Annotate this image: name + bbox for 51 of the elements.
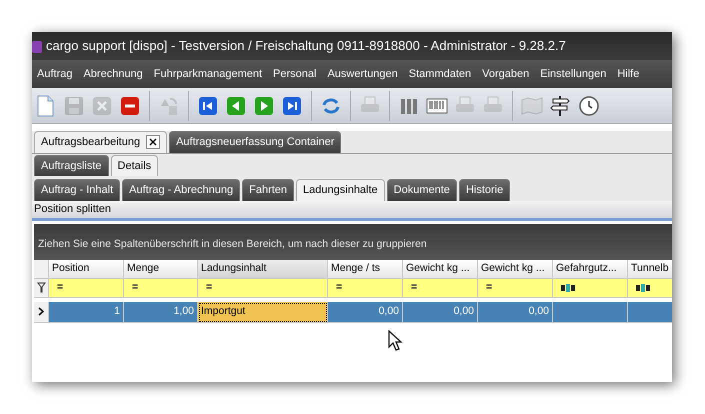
table-cell: 0,00 [403,302,478,322]
tab[interactable]: Dokumente [386,179,457,200]
tab[interactable]: Fahrten [242,179,294,200]
column-header[interactable]: Gewicht kg ... [403,260,478,278]
filter-operator[interactable]: = [336,280,342,296]
signpost-button[interactable] [548,94,572,118]
table-cell: 1 [49,302,124,322]
tab[interactable]: Auftragsbearbeitung [34,131,168,152]
tab[interactable]: Ladungsinhalte [296,179,385,200]
filter-operator[interactable]: = [57,280,64,296]
column-header[interactable]: Gewicht kg ... [478,260,553,278]
table-cell: 0,00 [478,302,553,322]
column-header[interactable]: Gefahrgutz... [553,260,628,278]
text-filter-icon[interactable] [636,284,650,292]
table-cell: Importgut [198,302,328,322]
mouse-pointer-icon [388,330,404,352]
current-row-icon [38,307,44,316]
column-header[interactable]: Ladungsinhalt [198,260,328,278]
tab[interactable]: Historie [458,179,510,200]
column-header[interactable]: Position [49,260,124,278]
table-cell: 1,00 [124,302,198,322]
window-title: cargo support [dispo] - Testversion / Freischaltung 0911-8918800 - Administrator - 9.28.2.7 [46,37,566,56]
menu-item[interactable]: Abrechnung [78,66,149,82]
filter-icon[interactable] [36,282,46,293]
column-header[interactable]: Tunnelb [628,260,672,278]
menu-item[interactable]: Hilfe [612,66,646,82]
menu-item[interactable]: Auftrag [32,66,78,82]
table-cell: 0,00 [328,302,403,322]
tab[interactable]: Details [110,154,158,176]
filter-operator[interactable]: = [132,280,138,296]
menu-item[interactable]: Stammdaten [404,66,478,82]
tab[interactable]: Auftragsliste [34,154,109,176]
filter-operator[interactable]: = [206,280,212,296]
group-by-hint: Ziehen Sie eine Spaltenüberschrift in diesen Bereich, um nach dieser zu gruppieren [34,224,672,260]
menu-item[interactable]: Auswertungen [322,66,404,82]
position-splitten-button[interactable]: Position splitten [34,200,112,218]
menu-item[interactable]: Vorgaben [477,66,536,82]
tab[interactable]: Auftragsneuerfassung Container [169,131,342,152]
column-header[interactable]: Menge / ts [328,260,403,278]
tab[interactable]: Auftrag - Abrechnung [122,179,240,200]
column-header[interactable]: Menge [124,260,198,278]
close-button[interactable] [146,135,160,150]
menu-item[interactable]: Einstellungen [535,66,612,82]
text-filter-icon[interactable] [561,284,575,292]
tab[interactable]: Auftrag - Inhalt [34,179,120,200]
close-icon [149,138,158,146]
filter-operator[interactable]: = [411,280,418,296]
filter-operator[interactable]: = [486,280,492,296]
app-icon [32,40,42,54]
menu-item[interactable]: Fuhrparkmanagement [148,66,268,82]
menu-item[interactable]: Personal [268,66,322,82]
